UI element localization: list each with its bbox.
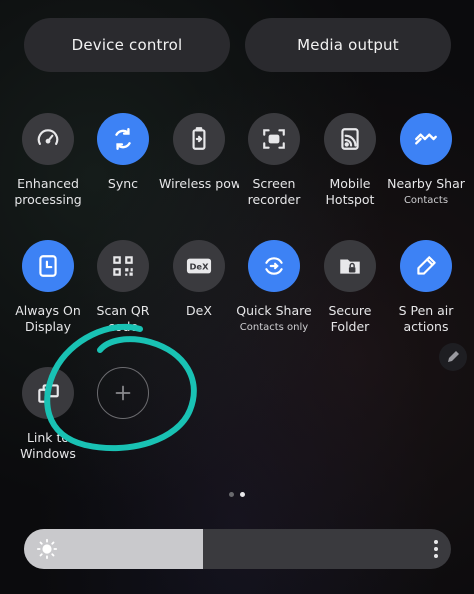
tile-enhanced-processing[interactable]: Enhanced processing <box>8 113 88 208</box>
screen-recorder-icon <box>248 113 300 165</box>
sync-icon <box>97 113 149 165</box>
speedometer-icon <box>22 113 74 165</box>
tile-scan-qr-code[interactable]: Scan QR code <box>83 240 163 335</box>
tile-label: Always On Display <box>15 303 81 334</box>
tile-dex[interactable]: DeX DeX <box>159 240 239 319</box>
tile-s-pen-air-actions[interactable]: S Pen air actions <box>386 240 466 335</box>
qr-code-icon <box>97 240 149 292</box>
page-indicator <box>229 492 245 497</box>
tile-screen-recorder[interactable]: Screen recorder <box>234 113 314 208</box>
tile-label: Mobile Hotspot <box>325 176 375 207</box>
tile-label: Enhanced processing <box>14 176 82 207</box>
tile-label: Sync <box>107 176 139 191</box>
hotspot-icon <box>324 113 376 165</box>
quick-share-icon <box>248 240 300 292</box>
device-control-button[interactable]: Device control <box>24 18 230 72</box>
tile-label: Scan QR code <box>96 303 150 334</box>
tile-quick-share[interactable]: Quick Share Contacts only <box>234 240 314 335</box>
tile-link-to-windows[interactable]: Link to Windows <box>8 367 88 462</box>
svg-text:DeX: DeX <box>189 262 209 272</box>
sun-icon <box>36 538 58 560</box>
tile-mobile-hotspot[interactable]: Mobile Hotspot <box>310 113 390 208</box>
add-tile-button[interactable] <box>83 367 163 419</box>
plus-icon <box>97 367 149 419</box>
dex-icon: DeX <box>173 240 225 292</box>
media-output-button[interactable]: Media output <box>245 18 451 72</box>
tile-sync[interactable]: Sync <box>83 113 163 192</box>
battery-share-icon <box>173 113 225 165</box>
tile-label: Link to Windows <box>20 430 76 461</box>
page-dot[interactable] <box>229 492 234 497</box>
tile-label: S Pen air actions <box>398 303 454 334</box>
secure-folder-icon <box>324 240 376 292</box>
tile-label: Screen recorder <box>247 176 301 207</box>
tile-always-on-display[interactable]: Always On Display <box>8 240 88 335</box>
link-to-windows-icon <box>22 367 74 419</box>
tile-sublabel: Contacts <box>403 195 449 206</box>
tile-label: Secure Folder <box>328 303 372 334</box>
tile-label: Quick Share <box>236 303 312 318</box>
s-pen-icon <box>400 240 452 292</box>
tile-label: Nearby Shar <box>387 176 465 191</box>
tile-label: DeX <box>186 303 212 318</box>
nearby-share-icon <box>400 113 452 165</box>
tile-nearby-share[interactable]: Nearby Shar Contacts <box>386 113 466 208</box>
tile-secure-folder[interactable]: Secure Folder <box>310 240 390 335</box>
brightness-slider[interactable] <box>24 529 451 569</box>
edit-pencil-icon[interactable] <box>438 342 468 372</box>
clock-icon <box>22 240 74 292</box>
more-options-icon[interactable] <box>433 539 439 559</box>
page-dot-active[interactable] <box>240 492 245 497</box>
tile-wireless-power-share[interactable]: Wireless pow <box>159 113 239 192</box>
tile-sublabel: Contacts only <box>239 322 309 333</box>
tile-label: Wireless pow <box>159 176 239 191</box>
